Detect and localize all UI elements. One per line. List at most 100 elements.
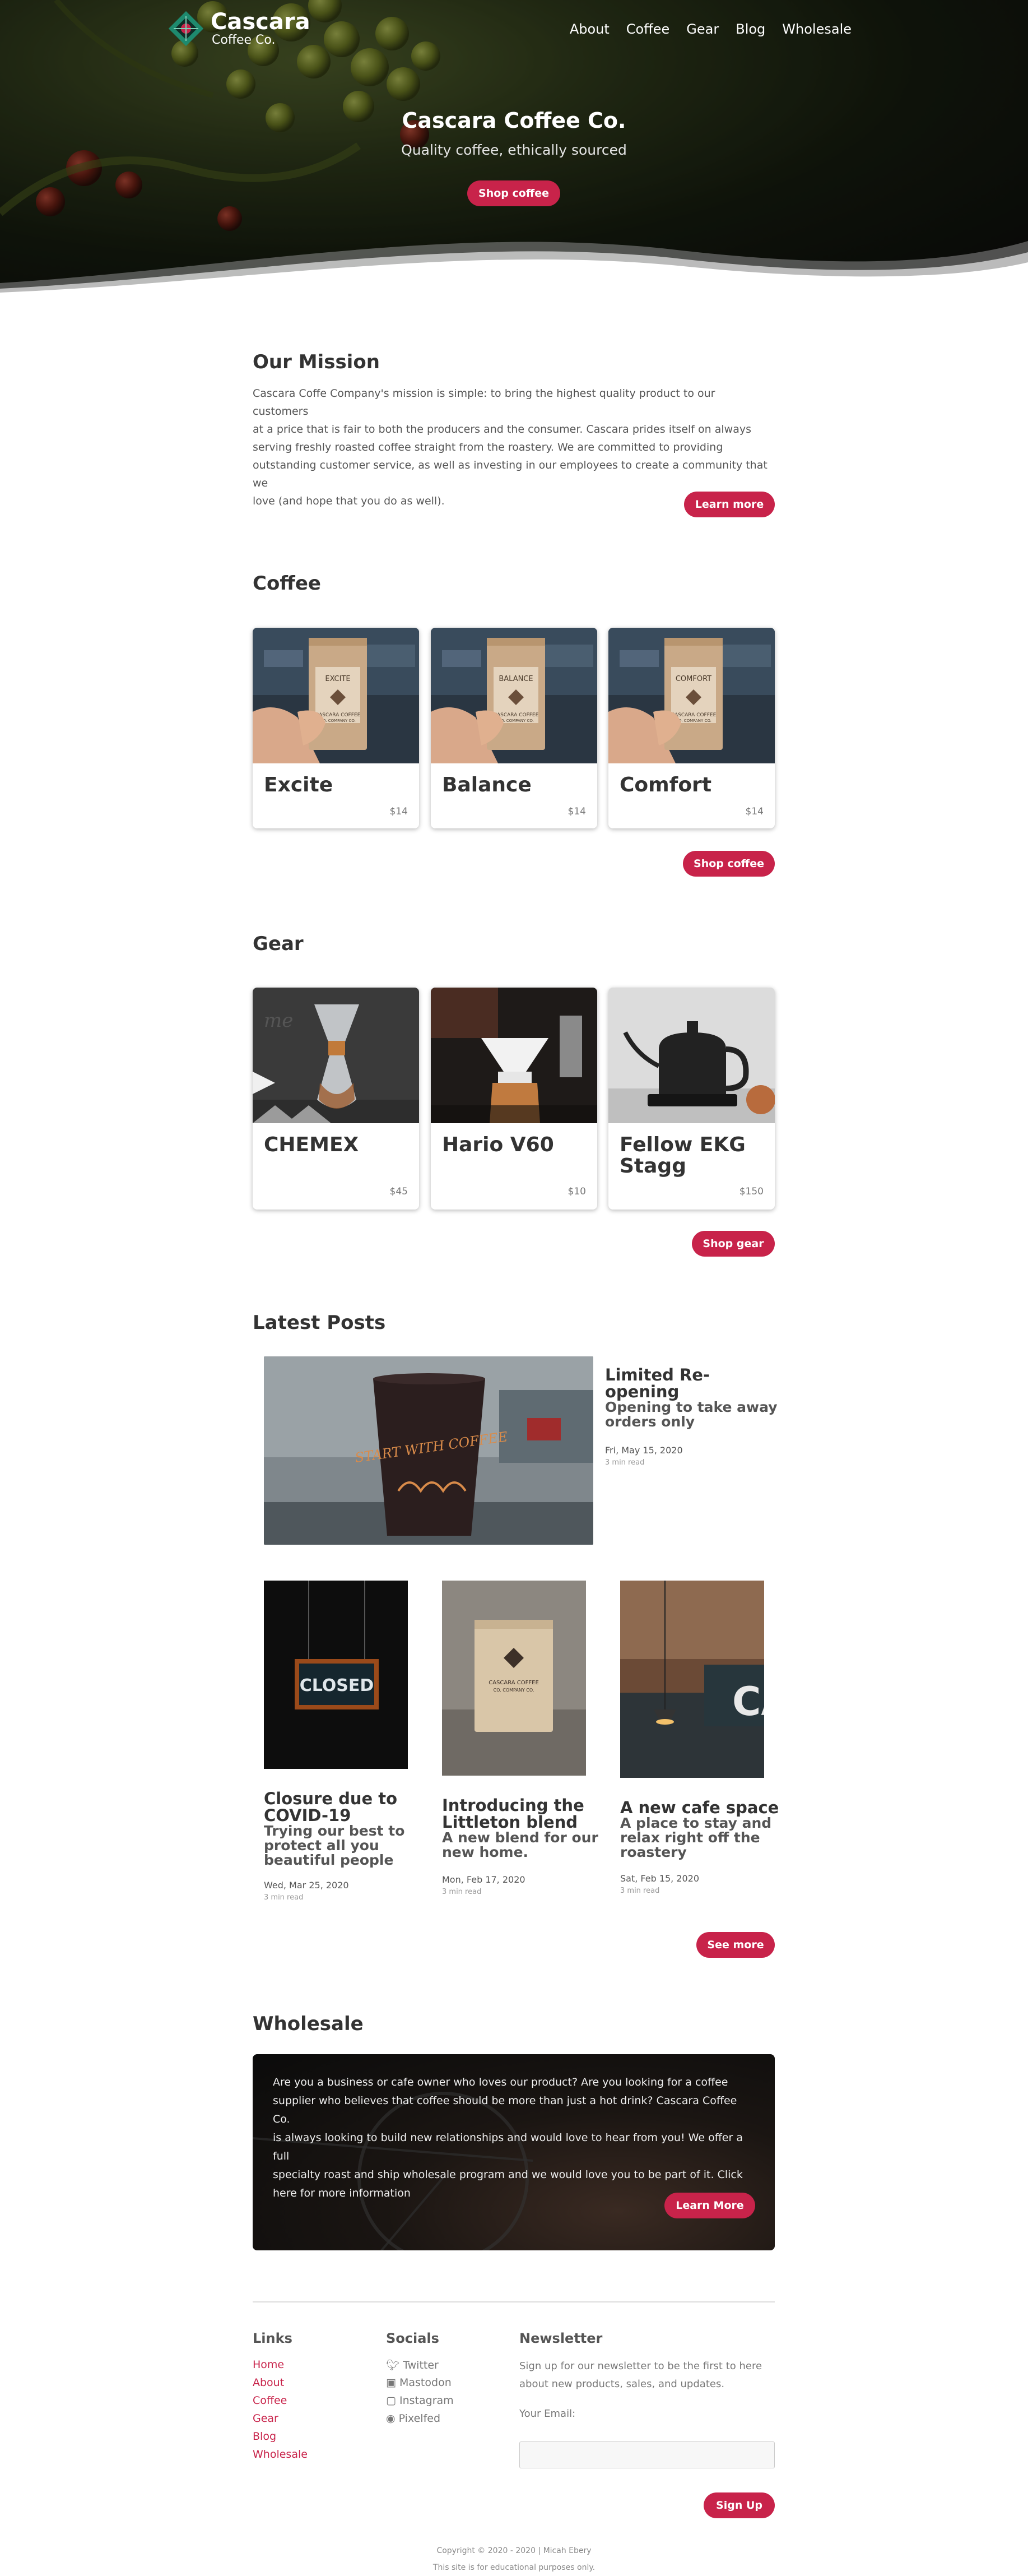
- coffee-section-title: Coffee: [253, 572, 321, 595]
- coffee-bag-photo: EXCITE CASCARA COFFEE CO. COMPANY CO.: [253, 628, 419, 763]
- post-title-line: Limited Re-: [605, 1365, 710, 1384]
- instagram-icon: ▢: [386, 2394, 396, 2407]
- copyright-text: Copyright © 2020 - 2020 | Micah Ebery: [436, 2546, 592, 2555]
- post-title-line: Closure due to: [264, 1789, 398, 1808]
- latest-posts-title: Latest Posts: [253, 1312, 386, 1334]
- post-title-line: Littleton blend: [442, 1813, 578, 1832]
- wholesale-learn-more-button[interactable]: Learn More: [664, 2193, 755, 2218]
- wholesale-card: Are you a business or cafe owner who lov…: [253, 2054, 775, 2250]
- post-subtitle-line: beautiful people: [264, 1852, 394, 1868]
- product-price: $14: [389, 806, 408, 817]
- social-link-twitter[interactable]: 🐦︎ Twitter: [386, 2359, 439, 2371]
- post-subtitle: Trying our best to protect all you beaut…: [264, 1824, 404, 1868]
- nav-gear[interactable]: Gear: [686, 21, 719, 37]
- nav-about[interactable]: About: [570, 21, 610, 37]
- brand-logo[interactable]: Cascara Coffee Co.: [168, 10, 310, 47]
- footer-links-title: Links: [253, 2331, 292, 2346]
- nav-wholesale[interactable]: Wholesale: [782, 21, 852, 37]
- product-price: $150: [739, 1186, 764, 1197]
- gear-card-fellow-ekg-stagg[interactable]: Fellow EKG Stagg $150: [608, 988, 775, 1210]
- mission-line: outstanding customer service, as well as…: [253, 459, 767, 489]
- twitter-icon: 🐦︎: [386, 2359, 400, 2371]
- product-price: $14: [568, 806, 586, 817]
- fellow-kettle-photo: [608, 988, 775, 1123]
- mission-line: Cascara Coffe Company's mission is simpl…: [253, 387, 715, 418]
- post-read-time: 3 min read: [605, 1458, 645, 1467]
- post-date: Sat, Feb 15, 2020: [620, 1873, 700, 1884]
- see-more-posts-button[interactable]: See more: [696, 1932, 775, 1958]
- post-title-line: COVID-19: [264, 1806, 351, 1825]
- shop-coffee-button[interactable]: Shop coffee: [683, 851, 775, 877]
- product-name-line: Stagg: [620, 1155, 686, 1178]
- featured-post-subtitle: Opening to take away orders only: [605, 1400, 778, 1429]
- coffee-bag-photo: COMFORT CASCARA COFFEE CO. COMPANY CO.: [608, 628, 775, 763]
- post-read-time: 3 min read: [264, 1893, 304, 1902]
- post-image-cafe: CA: [620, 1581, 764, 1778]
- brand-tagline: Coffee Co.: [212, 33, 276, 47]
- shop-gear-button[interactable]: Shop gear: [692, 1231, 775, 1257]
- bag-brand-sub-label: CO. COMPANY CO.: [494, 1688, 534, 1693]
- newsletter-email-input[interactable]: [519, 2441, 775, 2468]
- wholesale-line: is always looking to build new relations…: [273, 2132, 743, 2162]
- gear-card-hario-v60[interactable]: Hario V60 $10: [431, 988, 597, 1210]
- post-subtitle-line: orders only: [605, 1414, 695, 1430]
- social-link-instagram[interactable]: ▢ Instagram: [386, 2394, 454, 2407]
- footer-divider: [253, 2301, 775, 2302]
- email-label: Your Email:: [519, 2408, 576, 2420]
- post-date: Fri, May 15, 2020: [605, 1445, 683, 1456]
- post-title-line: opening: [605, 1382, 680, 1401]
- closed-sign-text: CLOSED: [300, 1676, 374, 1695]
- post-title-line: Introducing the: [442, 1796, 584, 1815]
- footer-link-blog[interactable]: Blog: [253, 2430, 276, 2443]
- post-subtitle-line: protect all you: [264, 1837, 379, 1854]
- post-subtitle-line: new home.: [442, 1844, 529, 1860]
- bag-brand-label: CASCARA COFFEE: [489, 1680, 539, 1686]
- svg-text:me: me: [264, 1009, 293, 1032]
- gear-card-chemex[interactable]: me CHEMEX $45: [253, 988, 419, 1210]
- post-subtitle-line: relax right off the: [620, 1829, 760, 1846]
- featured-post-image: START WITH COFFEE: [264, 1356, 593, 1545]
- social-label: Twitter: [403, 2359, 439, 2371]
- wholesale-line: supplier who believes that coffee should…: [273, 2095, 737, 2125]
- footer-link-coffee[interactable]: Coffee: [253, 2394, 287, 2407]
- footer-newsletter-title: Newsletter: [519, 2331, 603, 2346]
- product-name: Hario V60: [442, 1133, 554, 1156]
- post-subtitle-line: A new blend for our: [442, 1829, 598, 1846]
- main-nav: About Coffee Gear Blog Wholesale: [570, 21, 852, 37]
- pixelfed-icon: ◉: [386, 2412, 396, 2425]
- logo-emblem-icon: [168, 11, 204, 47]
- newsletter-sign-up-button[interactable]: Sign Up: [704, 2492, 775, 2518]
- footer-link-wholesale[interactable]: Wholesale: [253, 2448, 308, 2461]
- coffee-card-balance[interactable]: BALANCE CASCARA COFFEE CO. COMPANY CO. B…: [431, 628, 597, 828]
- product-name: Balance: [442, 773, 532, 796]
- post-subtitle-line: Trying our best to: [264, 1823, 405, 1839]
- social-label: Pixelfed: [398, 2412, 441, 2425]
- post-date: Wed, Mar 25, 2020: [264, 1880, 349, 1891]
- hero-shop-coffee-button[interactable]: Shop coffee: [467, 180, 560, 206]
- hero-wave-divider: [0, 241, 1028, 297]
- footer-link-home[interactable]: Home: [253, 2359, 284, 2371]
- product-price: $14: [745, 806, 764, 817]
- product-name: CHEMEX: [264, 1133, 359, 1156]
- product-name-line: Fellow EKG: [620, 1133, 746, 1156]
- footer-link-about[interactable]: About: [253, 2376, 284, 2389]
- gear-section-title: Gear: [253, 933, 304, 955]
- cafe-sign-text: CA: [732, 1679, 764, 1725]
- social-link-mastodon[interactable]: ▣ Mastodon: [386, 2376, 452, 2389]
- coffee-card-comfort[interactable]: COMFORT CASCARA COFFEE CO. COMPANY CO. C…: [608, 628, 775, 828]
- social-label: Mastodon: [399, 2376, 452, 2389]
- social-link-pixelfed[interactable]: ◉ Pixelfed: [386, 2412, 440, 2425]
- mastodon-icon: ▣: [386, 2376, 396, 2389]
- coffee-bag-photo: BALANCE CASCARA COFFEE CO. COMPANY CO.: [431, 628, 597, 763]
- footer-link-gear[interactable]: Gear: [253, 2412, 278, 2425]
- post-subtitle-line: roastery: [620, 1844, 687, 1860]
- nav-coffee[interactable]: Coffee: [626, 21, 670, 37]
- post-subtitle: A new blend for our new home.: [442, 1831, 598, 1860]
- bag-flavor-label: COMFORT: [676, 675, 711, 683]
- post-title-line: A new cafe space: [620, 1798, 779, 1817]
- nav-blog[interactable]: Blog: [736, 21, 765, 37]
- product-price: $10: [568, 1186, 586, 1197]
- post-image-closed-sign: CLOSED: [264, 1581, 408, 1769]
- mission-learn-more-button[interactable]: Learn more: [684, 492, 775, 517]
- coffee-card-excite[interactable]: EXCITE CASCARA COFFEE CO. COMPANY CO. Ex…: [253, 628, 419, 828]
